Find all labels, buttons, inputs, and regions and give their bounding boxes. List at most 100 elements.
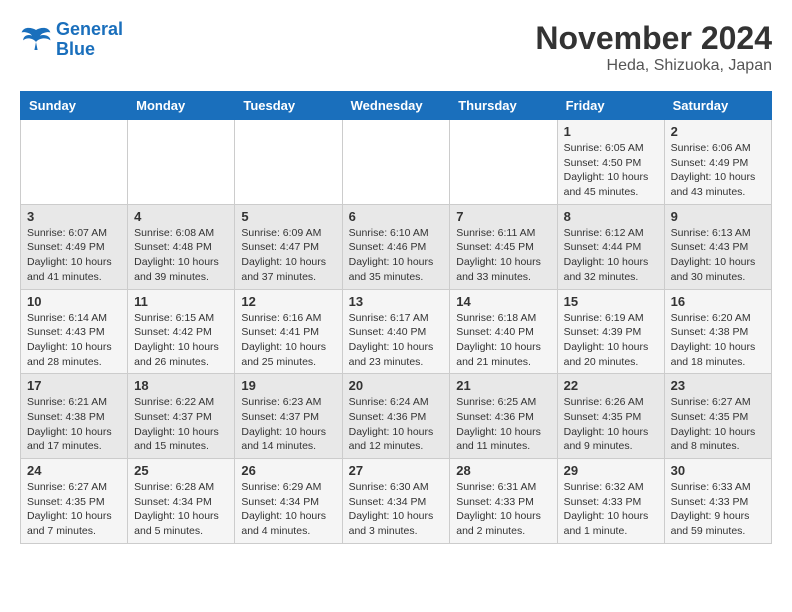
calendar-cell: 9 Sunrise: 6:13 AM Sunset: 4:43 PM Daylig…: [664, 204, 771, 289]
day-info: Sunrise: 6:07 AM Sunset: 4:49 PM Dayligh…: [27, 226, 121, 285]
day-info: Sunrise: 6:29 AM Sunset: 4:34 PM Dayligh…: [241, 480, 335, 539]
day-info: Sunrise: 6:33 AM Sunset: 4:33 PM Dayligh…: [671, 480, 765, 539]
day-number: 16: [671, 294, 765, 309]
title-block: November 2024 Heda, Shizuoka, Japan: [535, 20, 772, 75]
day-info: Sunrise: 6:25 AM Sunset: 4:36 PM Dayligh…: [456, 395, 550, 454]
calendar-cell: 26 Sunrise: 6:29 AM Sunset: 4:34 PM Dayli…: [235, 459, 342, 544]
day-number: 26: [241, 463, 335, 478]
day-info: Sunrise: 6:06 AM Sunset: 4:49 PM Dayligh…: [671, 141, 765, 200]
calendar-cell: 18Sunrise: 6:22 AM Sunset: 4:37 PM Dayli…: [128, 374, 235, 459]
calendar-cell: 5 Sunrise: 6:09 AM Sunset: 4:47 PM Daylig…: [235, 204, 342, 289]
calendar-cell: 22 Sunrise: 6:26 AM Sunset: 4:35 PM Dayli…: [557, 374, 664, 459]
day-number: 10: [27, 294, 121, 309]
day-number: 12: [241, 294, 335, 309]
day-info: Sunrise: 6:30 AM Sunset: 4:34 PM Dayligh…: [349, 480, 444, 539]
header-day-tuesday: Tuesday: [235, 92, 342, 120]
day-info: Sunrise: 6:14 AM Sunset: 4:43 PM Dayligh…: [27, 311, 121, 370]
header-day-saturday: Saturday: [664, 92, 771, 120]
logo-line1: General: [56, 20, 123, 40]
header-day-thursday: Thursday: [450, 92, 557, 120]
week-row-1: 3Sunrise: 6:07 AM Sunset: 4:49 PM Daylig…: [21, 204, 772, 289]
calendar-cell: 12 Sunrise: 6:16 AM Sunset: 4:41 PM Dayli…: [235, 289, 342, 374]
calendar-cell: 16 Sunrise: 6:20 AM Sunset: 4:38 PM Dayli…: [664, 289, 771, 374]
calendar-cell: 21 Sunrise: 6:25 AM Sunset: 4:36 PM Dayli…: [450, 374, 557, 459]
calendar-cell: 20Sunrise: 6:24 AM Sunset: 4:36 PM Dayli…: [342, 374, 450, 459]
day-number: 13: [349, 294, 444, 309]
header-day-wednesday: Wednesday: [342, 92, 450, 120]
logo-icon: [20, 26, 52, 54]
day-info: Sunrise: 6:05 AM Sunset: 4:50 PM Dayligh…: [564, 141, 658, 200]
calendar-cell: 30 Sunrise: 6:33 AM Sunset: 4:33 PM Dayli…: [664, 459, 771, 544]
day-number: 4: [134, 209, 228, 224]
day-info: Sunrise: 6:11 AM Sunset: 4:45 PM Dayligh…: [456, 226, 550, 285]
day-info: Sunrise: 6:09 AM Sunset: 4:47 PM Dayligh…: [241, 226, 335, 285]
day-number: 15: [564, 294, 658, 309]
day-number: 22: [564, 378, 658, 393]
day-number: 27: [349, 463, 444, 478]
main-title: November 2024: [535, 20, 772, 57]
day-number: 1: [564, 124, 658, 139]
day-number: 23: [671, 378, 765, 393]
week-row-4: 24 Sunrise: 6:27 AM Sunset: 4:35 PM Dayli…: [21, 459, 772, 544]
day-info: Sunrise: 6:16 AM Sunset: 4:41 PM Dayligh…: [241, 311, 335, 370]
day-info: Sunrise: 6:32 AM Sunset: 4:33 PM Dayligh…: [564, 480, 658, 539]
calendar-cell: 11Sunrise: 6:15 AM Sunset: 4:42 PM Dayli…: [128, 289, 235, 374]
day-number: 2: [671, 124, 765, 139]
calendar-cell: 7 Sunrise: 6:11 AM Sunset: 4:45 PM Daylig…: [450, 204, 557, 289]
day-info: Sunrise: 6:27 AM Sunset: 4:35 PM Dayligh…: [27, 480, 121, 539]
calendar-cell: 28 Sunrise: 6:31 AM Sunset: 4:33 PM Dayli…: [450, 459, 557, 544]
calendar-cell: 4Sunrise: 6:08 AM Sunset: 4:48 PM Daylig…: [128, 204, 235, 289]
day-info: Sunrise: 6:20 AM Sunset: 4:38 PM Dayligh…: [671, 311, 765, 370]
day-number: 29: [564, 463, 658, 478]
day-number: 7: [456, 209, 550, 224]
day-info: Sunrise: 6:26 AM Sunset: 4:35 PM Dayligh…: [564, 395, 658, 454]
calendar-cell: [21, 120, 128, 205]
calendar-cell: [235, 120, 342, 205]
calendar-cell: 23 Sunrise: 6:27 AM Sunset: 4:35 PM Dayli…: [664, 374, 771, 459]
calendar-cell: 1 Sunrise: 6:05 AM Sunset: 4:50 PM Daylig…: [557, 120, 664, 205]
week-row-0: 1 Sunrise: 6:05 AM Sunset: 4:50 PM Daylig…: [21, 120, 772, 205]
day-info: Sunrise: 6:27 AM Sunset: 4:35 PM Dayligh…: [671, 395, 765, 454]
calendar-cell: [450, 120, 557, 205]
calendar-header: SundayMondayTuesdayWednesdayThursdayFrid…: [21, 92, 772, 120]
day-number: 14: [456, 294, 550, 309]
day-number: 21: [456, 378, 550, 393]
day-info: Sunrise: 6:31 AM Sunset: 4:33 PM Dayligh…: [456, 480, 550, 539]
day-number: 28: [456, 463, 550, 478]
calendar-cell: 10 Sunrise: 6:14 AM Sunset: 4:43 PM Dayli…: [21, 289, 128, 374]
header-day-monday: Monday: [128, 92, 235, 120]
calendar-cell: 15 Sunrise: 6:19 AM Sunset: 4:39 PM Dayli…: [557, 289, 664, 374]
day-number: 17: [27, 378, 121, 393]
week-row-2: 10 Sunrise: 6:14 AM Sunset: 4:43 PM Dayli…: [21, 289, 772, 374]
day-info: Sunrise: 6:28 AM Sunset: 4:34 PM Dayligh…: [134, 480, 228, 539]
calendar-cell: 8Sunrise: 6:12 AM Sunset: 4:44 PM Daylig…: [557, 204, 664, 289]
day-number: 19: [241, 378, 335, 393]
day-info: Sunrise: 6:19 AM Sunset: 4:39 PM Dayligh…: [564, 311, 658, 370]
day-number: 6: [349, 209, 444, 224]
calendar-cell: 3Sunrise: 6:07 AM Sunset: 4:49 PM Daylig…: [21, 204, 128, 289]
calendar-cell: 14Sunrise: 6:18 AM Sunset: 4:40 PM Dayli…: [450, 289, 557, 374]
week-row-3: 17Sunrise: 6:21 AM Sunset: 4:38 PM Dayli…: [21, 374, 772, 459]
day-number: 9: [671, 209, 765, 224]
header-day-friday: Friday: [557, 92, 664, 120]
day-info: Sunrise: 6:24 AM Sunset: 4:36 PM Dayligh…: [349, 395, 444, 454]
day-number: 25: [134, 463, 228, 478]
day-number: 5: [241, 209, 335, 224]
calendar-table: SundayMondayTuesdayWednesdayThursdayFrid…: [20, 91, 772, 544]
calendar-cell: 29 Sunrise: 6:32 AM Sunset: 4:33 PM Dayli…: [557, 459, 664, 544]
subtitle: Heda, Shizuoka, Japan: [535, 57, 772, 75]
day-number: 24: [27, 463, 121, 478]
calendar-cell: 27 Sunrise: 6:30 AM Sunset: 4:34 PM Dayli…: [342, 459, 450, 544]
calendar-cell: 2 Sunrise: 6:06 AM Sunset: 4:49 PM Daylig…: [664, 120, 771, 205]
day-number: 30: [671, 463, 765, 478]
day-info: Sunrise: 6:22 AM Sunset: 4:37 PM Dayligh…: [134, 395, 228, 454]
day-info: Sunrise: 6:13 AM Sunset: 4:43 PM Dayligh…: [671, 226, 765, 285]
header-row: SundayMondayTuesdayWednesdayThursdayFrid…: [21, 92, 772, 120]
calendar-cell: 6Sunrise: 6:10 AM Sunset: 4:46 PM Daylig…: [342, 204, 450, 289]
day-number: 11: [134, 294, 228, 309]
header-day-sunday: Sunday: [21, 92, 128, 120]
calendar-cell: 25 Sunrise: 6:28 AM Sunset: 4:34 PM Dayli…: [128, 459, 235, 544]
calendar-cell: 17Sunrise: 6:21 AM Sunset: 4:38 PM Dayli…: [21, 374, 128, 459]
page-header: General Blue November 2024 Heda, Shizuok…: [20, 20, 772, 75]
day-number: 8: [564, 209, 658, 224]
